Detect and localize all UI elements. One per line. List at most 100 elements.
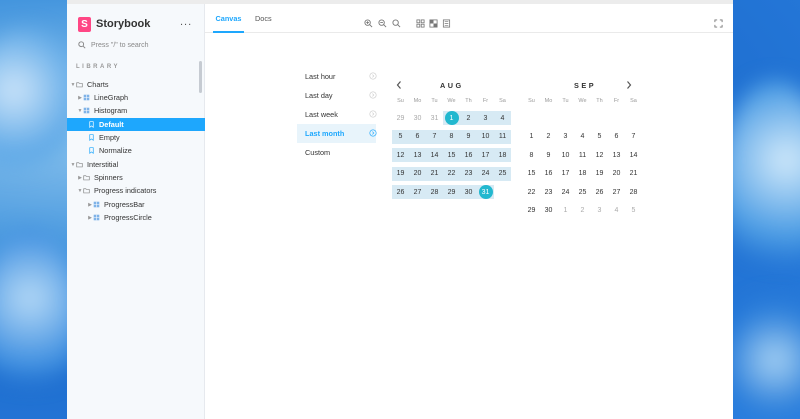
calendar-day[interactable]: 13 [608,148,625,162]
calendar-day[interactable]: 23 [460,167,477,181]
calendar-day[interactable]: 31 [477,185,494,199]
calendar-day[interactable]: 11 [574,148,591,162]
zoom-in-icon[interactable] [364,15,373,28]
preset-last-week[interactable]: Last week [297,105,377,124]
preset-last-day[interactable]: Last day [297,86,377,105]
calendar-day[interactable]: 9 [460,130,477,144]
calendar-day[interactable]: 5 [591,130,608,144]
preset-custom[interactable]: Custom [297,143,376,162]
sidebar-item-default[interactable]: Default [67,118,205,131]
calendar-day[interactable]: 29 [523,204,540,218]
calendar-day[interactable]: 3 [591,204,608,218]
calendar-day[interactable]: 8 [523,148,540,162]
calendar-day[interactable]: 18 [494,148,511,162]
calendar-day[interactable]: 9 [540,148,557,162]
sidebar-item-progresscircle[interactable]: ▶ ProgressCircle [67,211,205,224]
calendar-day[interactable]: 7 [625,130,642,144]
calendar-day[interactable]: 25 [574,185,591,199]
calendar-day[interactable]: 13 [409,148,426,162]
calendar-day[interactable]: 5 [392,130,409,144]
grid-icon[interactable] [416,15,425,28]
preset-last-hour[interactable]: Last hour [297,67,377,86]
calendar-day[interactable]: 2 [574,204,591,218]
calendar-day[interactable]: 21 [625,167,642,181]
sidebar-item-spinners[interactable]: ▶ Spinners [67,171,205,184]
calendar-day[interactable]: 27 [409,185,426,199]
calendar-day[interactable]: 4 [608,204,625,218]
calendar-day[interactable]: 7 [426,130,443,144]
calendar-day[interactable]: 30 [540,204,557,218]
calendar-day[interactable]: 19 [591,167,608,181]
background-icon[interactable] [429,15,438,28]
calendar-day[interactable]: 12 [392,148,409,162]
calendar-day[interactable]: 22 [523,185,540,199]
calendar-day[interactable]: 26 [392,185,409,199]
calendar-day[interactable]: 18 [574,167,591,181]
calendar-day[interactable]: 14 [426,148,443,162]
tab-docs[interactable]: Docs [255,4,272,33]
brand[interactable]: S Storybook [78,16,150,32]
sidebar-item-linegraph[interactable]: ▶ LineGraph [67,91,205,104]
calendar-day[interactable]: 2 [460,111,477,125]
calendar-day[interactable]: 29 [392,111,409,125]
calendar-day[interactable]: 2 [540,130,557,144]
calendar-day[interactable]: 25 [494,167,511,181]
calendar-day[interactable]: 20 [409,167,426,181]
calendar-day[interactable]: 1 [443,111,460,125]
calendar-day[interactable]: 3 [477,111,494,125]
calendar-day[interactable]: 30 [409,111,426,125]
calendar-day[interactable]: 30 [460,185,477,199]
calendar-day[interactable]: 31 [426,111,443,125]
chevron-left-icon[interactable] [394,78,404,90]
calendar-day[interactable]: 1 [557,204,574,218]
sidebar-item-charts[interactable]: ▼ Charts [67,78,205,91]
calendar-day[interactable]: 6 [608,130,625,144]
calendar-day[interactable]: 27 [608,185,625,199]
calendar-day[interactable]: 4 [494,111,511,125]
calendar-day[interactable]: 17 [477,148,494,162]
calendar-day[interactable]: 3 [557,130,574,144]
calendar-day[interactable]: 24 [477,167,494,181]
calendar-day[interactable]: 19 [392,167,409,181]
sidebar-item-progress-indicators[interactable]: ▼ Progress indicators [67,184,205,197]
sidebar-item-progressbar[interactable]: ▶ ProgressBar [67,198,205,211]
zoom-reset-icon[interactable] [392,15,401,28]
calendar-day[interactable]: 4 [574,130,591,144]
calendar-day[interactable]: 20 [608,167,625,181]
calendar-day[interactable]: 16 [460,148,477,162]
calendar-day[interactable]: 22 [443,167,460,181]
calendar-day[interactable]: 12 [591,148,608,162]
calendar-day[interactable]: 26 [591,185,608,199]
sidebar-item-histogram[interactable]: ▼ Histogram [67,104,205,117]
preset-last-month[interactable]: Last month [297,124,377,143]
calendar-day[interactable]: 15 [523,167,540,181]
calendar-day[interactable]: 16 [540,167,557,181]
calendar-day[interactable]: 23 [540,185,557,199]
sidebar-item-interstitial[interactable]: ▼ Interstitial [67,158,205,171]
calendar-day[interactable]: 15 [443,148,460,162]
calendar-day[interactable]: 10 [477,130,494,144]
folder-icon [76,81,83,88]
calendar-day[interactable]: 1 [523,130,540,144]
calendar-day[interactable]: 5 [625,204,642,218]
calendar-day[interactable]: 29 [443,185,460,199]
viewport-icon[interactable] [442,15,451,28]
calendar-day[interactable]: 24 [557,185,574,199]
calendar-day[interactable]: 8 [443,130,460,144]
search-input[interactable]: Press "/" to search [78,39,149,51]
calendar-day[interactable]: 10 [557,148,574,162]
calendar-day[interactable]: 28 [426,185,443,199]
menu-ellipsis-icon[interactable]: ... [180,16,192,28]
sidebar-item-normalize[interactable]: Normalize [67,144,205,157]
calendar-day[interactable]: 11 [494,130,511,144]
zoom-out-icon[interactable] [378,15,387,28]
sidebar-item-empty[interactable]: Empty [67,131,205,144]
tab-canvas[interactable]: Canvas [213,4,244,33]
chevron-right-icon[interactable] [624,78,634,90]
calendar-day[interactable]: 17 [557,167,574,181]
calendar-day[interactable]: 6 [409,130,426,144]
calendar-day[interactable]: 21 [426,167,443,181]
calendar-day[interactable]: 14 [625,148,642,162]
calendar-day[interactable]: 28 [625,185,642,199]
fullscreen-icon[interactable] [714,15,723,28]
